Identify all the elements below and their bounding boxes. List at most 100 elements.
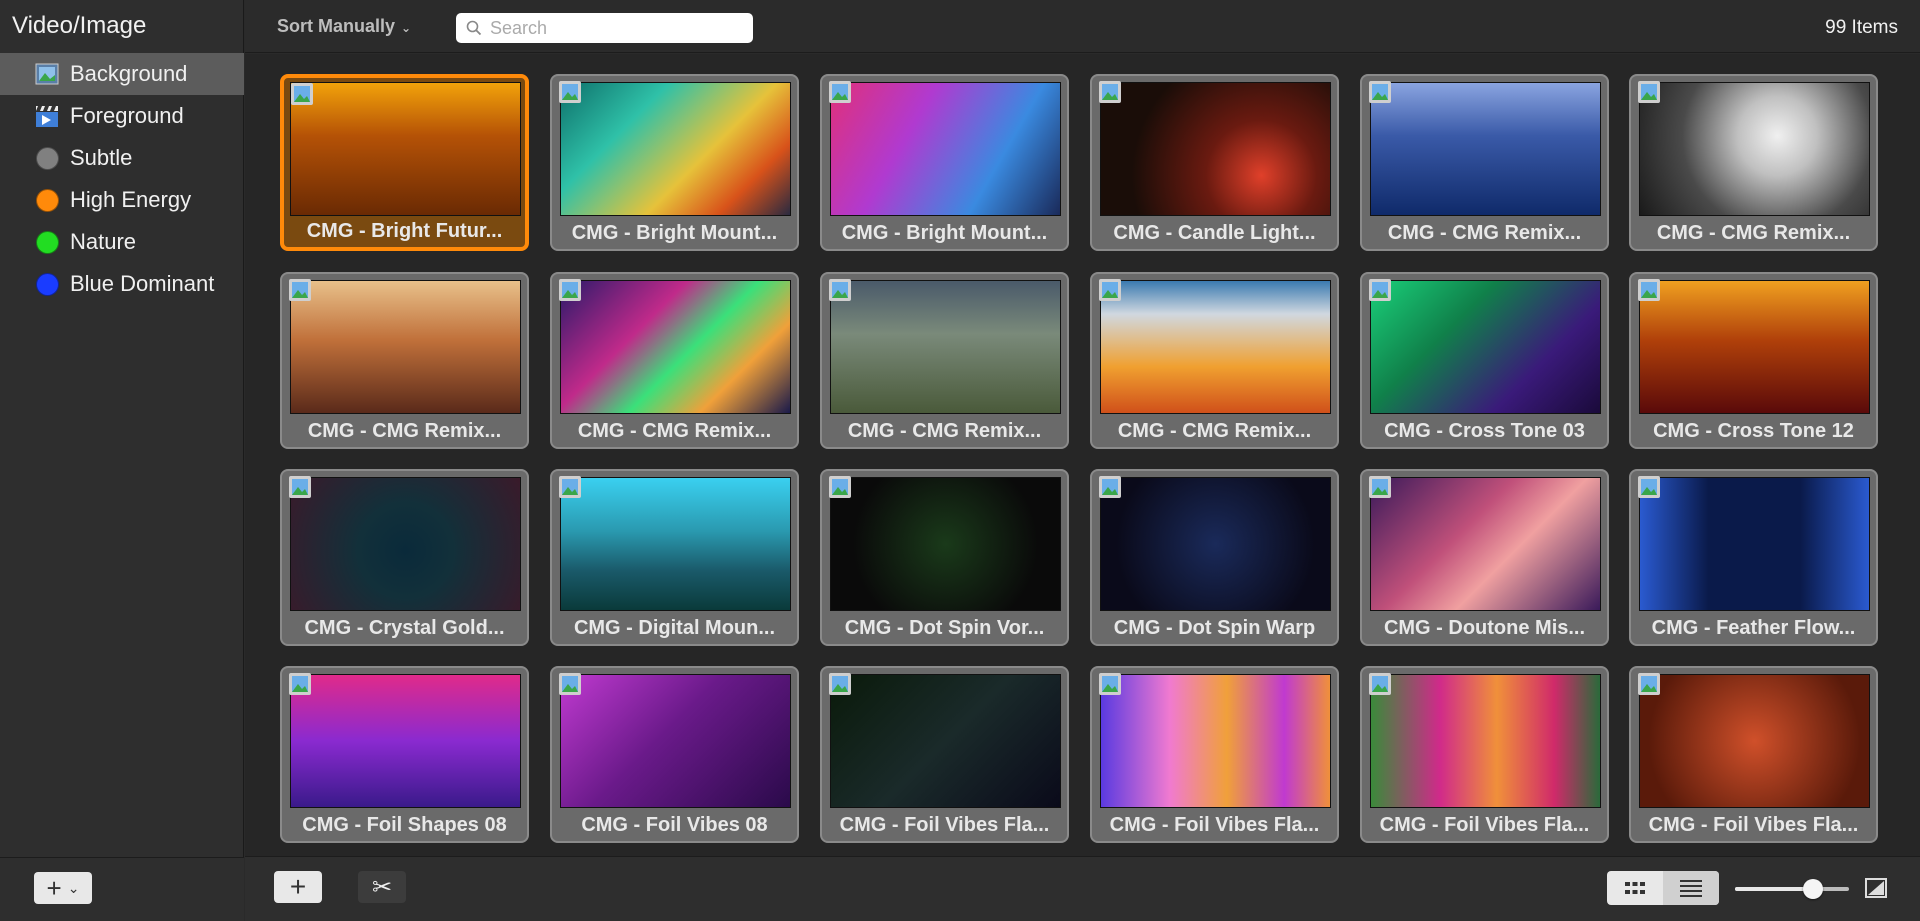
media-grid: CMG - Bright Futur... CMG - Bright Mount.…	[245, 54, 1920, 856]
list-view-button[interactable]	[1663, 871, 1719, 905]
search-input[interactable]	[490, 17, 740, 39]
blue-dot-icon	[34, 271, 60, 297]
media-title: CMG - Foil Vibes Fla...	[1648, 814, 1859, 836]
sidebar-item-nature[interactable]: Nature	[0, 221, 244, 263]
media-tile[interactable]: CMG - Dot Spin Vor...	[820, 469, 1069, 646]
media-title: CMG - Dot Spin Warp	[1113, 617, 1316, 639]
media-tile[interactable]: CMG - Digital Moun...	[550, 469, 799, 646]
media-title: CMG - Foil Shapes 08	[302, 814, 507, 836]
media-thumbnail	[560, 280, 791, 414]
grid-view-button[interactable]	[1607, 871, 1663, 905]
media-thumbnail	[290, 674, 521, 808]
image-badge-icon	[1098, 80, 1122, 104]
media-tile[interactable]: CMG - Foil Vibes 08	[550, 666, 799, 843]
media-title: CMG - Feather Flow...	[1651, 617, 1856, 639]
media-title: CMG - Foil Vibes Fla...	[839, 814, 1050, 836]
plus-icon: +	[46, 872, 62, 903]
media-tile[interactable]: CMG - Foil Vibes Fla...	[1090, 666, 1339, 843]
media-title: CMG - CMG Remix...	[577, 420, 772, 442]
media-tile[interactable]: CMG - Foil Vibes Fla...	[820, 666, 1069, 843]
media-title: CMG - Dot Spin Vor...	[844, 617, 1045, 639]
media-title: CMG - Foil Vibes Fla...	[1379, 814, 1590, 836]
media-tile[interactable]: CMG - CMG Remix...	[1629, 74, 1878, 251]
media-tile[interactable]: CMG - Crystal Gold...	[280, 469, 529, 646]
media-title: CMG - Cross Tone 03	[1384, 420, 1585, 442]
sidebar-item-subtle[interactable]: Subtle	[0, 137, 244, 179]
image-badge-icon	[1368, 475, 1392, 499]
media-title: CMG - CMG Remix...	[307, 420, 502, 442]
chevron-down-icon: ⌄	[67, 879, 80, 896]
media-title: CMG - Candle Light...	[1113, 222, 1316, 244]
media-tile[interactable]: CMG - CMG Remix...	[1360, 74, 1609, 251]
sidebar-footer: + ⌄	[0, 857, 244, 921]
zoom-slider-fill	[1735, 887, 1813, 891]
image-badge-icon	[288, 278, 312, 302]
media-tile[interactable]: CMG - Dot Spin Warp	[1090, 469, 1339, 646]
list-view-icon	[1680, 880, 1702, 897]
media-tile[interactable]: CMG - Bright Mount...	[550, 74, 799, 251]
media-thumbnail	[560, 674, 791, 808]
media-thumbnail	[1370, 82, 1601, 216]
media-tile[interactable]: CMG - Feather Flow...	[1629, 469, 1878, 646]
media-thumbnail	[830, 82, 1061, 216]
media-tile[interactable]: CMG - Cross Tone 03	[1360, 272, 1609, 449]
search-field[interactable]	[456, 13, 753, 43]
add-category-button[interactable]: + ⌄	[34, 872, 92, 904]
media-tile[interactable]: CMG - Bright Mount...	[820, 74, 1069, 251]
add-media-button[interactable]: +	[274, 871, 322, 903]
orange-dot-icon	[34, 187, 60, 213]
media-tile[interactable]: CMG - CMG Remix...	[280, 272, 529, 449]
media-thumbnail	[560, 82, 791, 216]
media-thumbnail	[290, 280, 521, 414]
green-dot-icon	[34, 229, 60, 255]
media-thumbnail	[830, 674, 1061, 808]
clapper-icon	[34, 103, 60, 129]
sidebar-item-label: Blue Dominant	[70, 271, 215, 296]
media-tile[interactable]: CMG - Bright Futur...	[280, 74, 529, 251]
sidebar-title: Video/Image	[12, 12, 147, 39]
scissors-icon: ✂	[371, 873, 393, 901]
image-badge-icon	[1637, 80, 1661, 104]
media-thumbnail	[1100, 674, 1331, 808]
zoom-slider[interactable]	[1735, 879, 1849, 899]
media-tile[interactable]: CMG - CMG Remix...	[550, 272, 799, 449]
sidebar: Video/Image Background Foreground Subtle Hi…	[0, 0, 244, 921]
sidebar-item-label: Foreground	[70, 103, 184, 128]
item-count: 99 Items	[1825, 17, 1898, 38]
sort-dropdown[interactable]: Sort Manually ⌄	[277, 16, 411, 37]
media-thumbnail	[830, 280, 1061, 414]
chevron-down-icon: ⌄	[401, 21, 412, 35]
media-tile[interactable]: CMG - Cross Tone 12	[1629, 272, 1878, 449]
media-title: CMG - Bright Mount...	[571, 222, 778, 244]
media-title: CMG - CMG Remix...	[1117, 420, 1312, 442]
media-title: CMG - Bright Mount...	[841, 222, 1048, 244]
media-tile[interactable]: CMG - Candle Light...	[1090, 74, 1339, 251]
media-title: CMG - CMG Remix...	[1656, 222, 1851, 244]
media-tile[interactable]: CMG - Foil Vibes Fla...	[1629, 666, 1878, 843]
search-icon	[466, 20, 482, 36]
media-thumbnail	[290, 477, 521, 611]
image-badge-icon	[290, 82, 314, 106]
media-title: CMG - Crystal Gold...	[304, 617, 505, 639]
image-stack-icon	[34, 61, 60, 87]
sidebar-item-high-energy[interactable]: High Energy	[0, 179, 244, 221]
sidebar-item-label: Subtle	[70, 145, 133, 170]
sidebar-item-foreground[interactable]: Foreground	[0, 95, 244, 137]
media-tile[interactable]: CMG - Foil Shapes 08	[280, 666, 529, 843]
zoom-slider-knob[interactable]	[1802, 879, 1823, 899]
sidebar-item-background[interactable]: Background	[0, 53, 244, 95]
aspect-ratio-icon[interactable]	[1865, 878, 1887, 898]
image-badge-icon	[1098, 475, 1122, 499]
media-tile[interactable]: CMG - Foil Vibes Fla...	[1360, 666, 1609, 843]
view-mode-control	[1607, 871, 1719, 905]
media-tile[interactable]: CMG - CMG Remix...	[820, 272, 1069, 449]
image-badge-icon	[288, 672, 312, 696]
media-thumbnail	[1639, 280, 1870, 414]
media-title: CMG - Foil Vibes 08	[581, 814, 768, 836]
media-thumbnail	[1370, 674, 1601, 808]
sidebar-item-blue-dominant[interactable]: Blue Dominant	[0, 263, 244, 305]
image-badge-icon	[1368, 80, 1392, 104]
media-tile[interactable]: CMG - Doutone Mis...	[1360, 469, 1609, 646]
media-tile[interactable]: CMG - CMG Remix...	[1090, 272, 1339, 449]
scissors-button[interactable]: ✂	[358, 871, 406, 903]
